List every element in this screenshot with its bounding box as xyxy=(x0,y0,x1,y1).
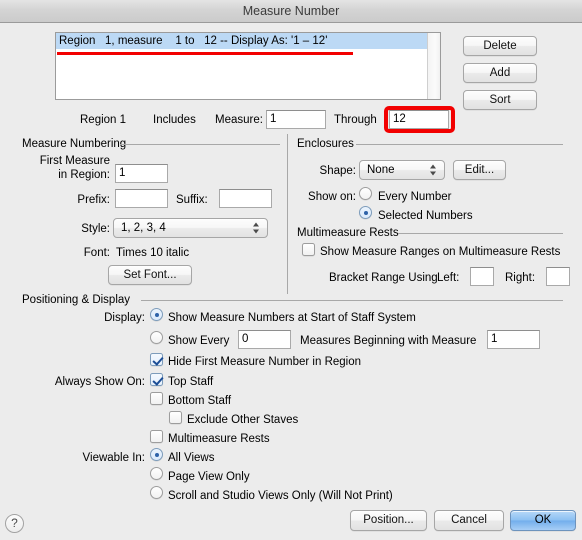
chevron-updown-icon xyxy=(430,164,437,177)
exclude-other-staves-label: Exclude Other Staves xyxy=(187,414,299,426)
style-label: Style: xyxy=(81,223,110,235)
radio-page-view-only[interactable] xyxy=(150,467,163,480)
bracket-left-input[interactable] xyxy=(470,267,494,286)
ok-button[interactable]: OK xyxy=(510,510,576,531)
page-view-only-label: Page View Only xyxy=(168,471,250,483)
font-value: Times 10 italic xyxy=(116,247,190,259)
style-popup-value: 1, 2, 3, 4 xyxy=(121,222,166,234)
list-scrollbar[interactable] xyxy=(427,33,440,99)
includes-label: Includes xyxy=(153,114,196,126)
measure-numbering-group-rule xyxy=(120,144,280,145)
viewable-in-label: Viewable In: xyxy=(82,452,145,464)
radio-every-number[interactable] xyxy=(359,187,372,200)
list-item[interactable]: Region 1, measure 1 to 12 -- Display As:… xyxy=(56,33,427,49)
sort-button[interactable]: Sort xyxy=(463,90,537,110)
style-popup[interactable]: 1, 2, 3, 4 xyxy=(113,218,268,238)
beginning-measure-input[interactable]: 1 xyxy=(487,330,540,349)
checkbox-hide-first-measure-number[interactable] xyxy=(150,353,163,366)
checkbox-exclude-other-staves[interactable] xyxy=(169,411,182,424)
first-measure-label-line2: in Region: xyxy=(58,169,110,181)
add-button[interactable]: Add xyxy=(463,63,537,83)
measure-from-input[interactable]: 1 xyxy=(266,110,326,129)
all-views-label: All Views xyxy=(168,452,215,464)
first-measure-input[interactable]: 1 xyxy=(115,164,168,183)
measure-label: Measure: xyxy=(215,114,263,126)
checkbox-bottom-staff[interactable] xyxy=(150,392,163,405)
positioning-group-title: Positioning & Display xyxy=(22,294,131,306)
delete-button[interactable]: Delete xyxy=(463,36,537,56)
bracket-left-label: Left: xyxy=(437,272,460,284)
bracket-right-label: Right: xyxy=(505,272,536,284)
checkbox-show-measure-ranges[interactable] xyxy=(302,243,315,256)
set-font-button[interactable]: Set Font... xyxy=(108,265,192,285)
multimeasure-rests-group-rule xyxy=(398,233,563,234)
prefix-label: Prefix: xyxy=(77,194,110,206)
always-show-on-label: Always Show On: xyxy=(54,376,145,388)
enclosures-group-title: Enclosures xyxy=(297,138,354,150)
checkbox-top-staff[interactable] xyxy=(150,373,163,386)
bottom-staff-label: Bottom Staff xyxy=(168,395,232,407)
hide-first-measure-number-label: Hide First Measure Number in Region xyxy=(168,356,362,368)
top-staff-label: Top Staff xyxy=(168,376,214,388)
show-every-input[interactable]: 0 xyxy=(238,330,291,349)
positioning-group-rule xyxy=(141,300,563,301)
radio-scroll-studio-views[interactable] xyxy=(150,486,163,499)
help-button[interactable]: ? xyxy=(5,514,24,533)
checkbox-multimeasure-rests[interactable] xyxy=(150,430,163,443)
shape-popup[interactable]: None xyxy=(359,160,445,180)
first-measure-label-line1: First Measure xyxy=(39,155,110,167)
cancel-button[interactable]: Cancel xyxy=(434,510,504,531)
suffix-label: Suffix: xyxy=(176,194,208,206)
suffix-input[interactable] xyxy=(219,189,272,208)
bracket-right-input[interactable] xyxy=(546,267,570,286)
through-label: Through xyxy=(334,114,377,126)
show-on-label: Show on: xyxy=(308,191,356,203)
column-divider xyxy=(287,134,288,294)
multimeasure-rests-group-title: Multimeasure Rests xyxy=(297,227,399,239)
prefix-input[interactable] xyxy=(115,189,168,208)
every-number-label: Every Number xyxy=(378,191,452,203)
dialog-body: Region 1, measure 1 to 12 -- Display As:… xyxy=(0,24,582,540)
region-label: Region 1 xyxy=(80,114,127,126)
measures-beginning-label: Measures Beginning with Measure xyxy=(300,335,477,347)
show-every-label: Show Every xyxy=(168,335,230,347)
selected-numbers-label: Selected Numbers xyxy=(378,210,473,222)
display-label: Display: xyxy=(104,312,145,324)
font-label: Font: xyxy=(83,247,110,259)
radio-show-every[interactable] xyxy=(150,331,163,344)
radio-show-at-start-of-system[interactable] xyxy=(150,308,163,321)
shape-label: Shape: xyxy=(319,165,356,177)
regions-listbox[interactable]: Region 1, measure 1 to 12 -- Display As:… xyxy=(55,32,441,100)
show-measure-ranges-label: Show Measure Ranges on Multimeasure Rest… xyxy=(320,246,561,258)
measure-numbering-group-title: Measure Numbering xyxy=(22,138,127,150)
measure-number-dialog: Measure Number Region 1, measure 1 to 12… xyxy=(0,0,582,540)
chevron-updown-icon xyxy=(253,222,260,235)
scroll-studio-views-label: Scroll and Studio Views Only (Will Not P… xyxy=(168,490,393,502)
window-titlebar[interactable]: Measure Number xyxy=(0,0,582,23)
measure-through-input[interactable]: 12 xyxy=(389,110,449,129)
show-at-start-of-system-label: Show Measure Numbers at Start of Staff S… xyxy=(168,312,416,324)
enclosures-group-rule xyxy=(356,144,563,145)
window-title: Measure Number xyxy=(242,4,340,18)
edit-enclosure-button[interactable]: Edit... xyxy=(453,160,506,180)
bracket-range-label: Bracket Range Using xyxy=(329,272,438,284)
multimeasure-rests-option-label: Multimeasure Rests xyxy=(168,433,270,445)
shape-popup-value: None xyxy=(367,164,395,176)
radio-selected-numbers[interactable] xyxy=(359,206,372,219)
radio-all-views[interactable] xyxy=(150,448,163,461)
position-button[interactable]: Position... xyxy=(350,510,427,531)
